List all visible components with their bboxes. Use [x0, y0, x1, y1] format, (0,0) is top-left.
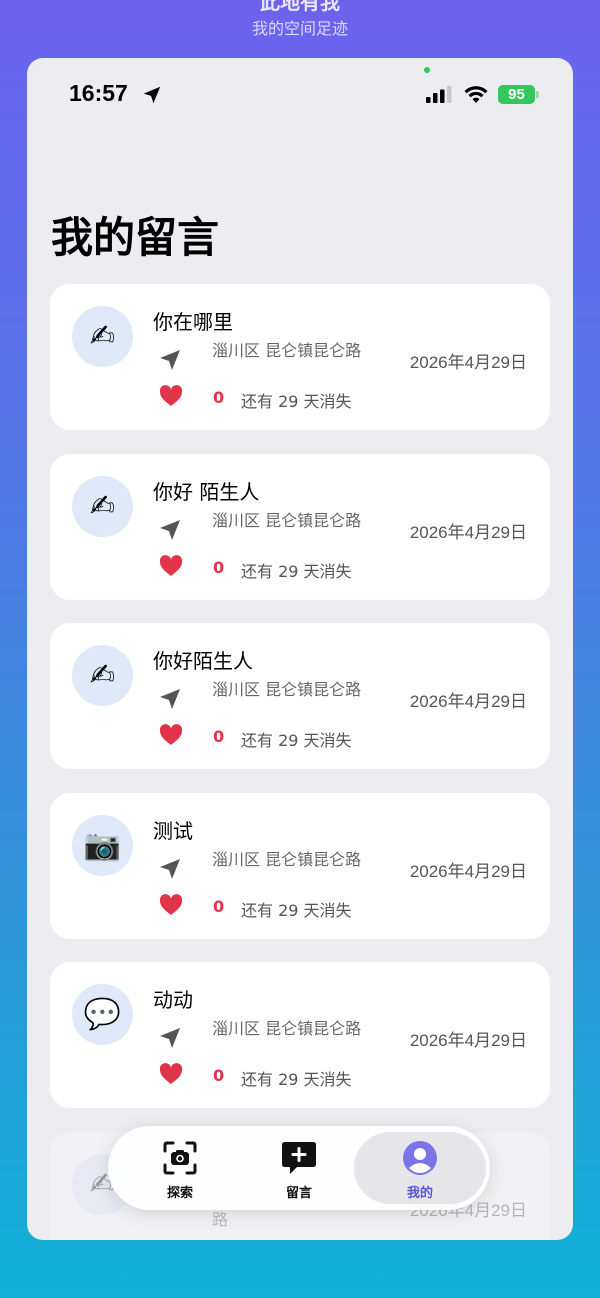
- message-date: 2026年4月29日: [409, 353, 527, 372]
- message-card[interactable]: 📷 测试 淄川区 昆仑镇昆仑路 2026年4月29日 0 还有 29 天消失: [50, 793, 550, 939]
- expire-text: 还有 29 天消失: [241, 562, 352, 581]
- camera-indicator-dot: [424, 67, 430, 73]
- tab-explore-label: 探索: [166, 1186, 193, 1201]
- expire-text: 还有 29 天消失: [241, 392, 352, 411]
- location-arrow-icon: [143, 86, 161, 104]
- heart-icon[interactable]: [159, 555, 183, 577]
- memo-icon: ✍: [72, 306, 133, 367]
- battery-tip: [536, 91, 539, 98]
- message-location: 路: [212, 1210, 229, 1229]
- phone-screen: 16:57 95 我的留言 ✍ 你在哪里 淄川区 昆仑镇昆仑路 2026年4月2…: [27, 58, 573, 1240]
- expire-text: 还有 29 天消失: [241, 901, 352, 920]
- tab-bar: 探索 留言 我的: [108, 1126, 490, 1210]
- navigation-icon: [160, 859, 180, 879]
- add-message-icon: [282, 1142, 316, 1174]
- message-title: 你好陌生人: [153, 649, 253, 673]
- message-title: 测试: [153, 819, 193, 843]
- message-title: 动动: [153, 988, 193, 1012]
- person-circle-icon: [403, 1141, 437, 1175]
- message-card[interactable]: ✍ 你好 陌生人 淄川区 昆仑镇昆仑路 2026年4月29日 0 还有 29 天…: [50, 454, 550, 600]
- like-count: 0: [213, 1066, 225, 1085]
- message-location: 淄川区 昆仑镇昆仑路: [212, 341, 362, 360]
- message-title: 你在哪里: [153, 310, 233, 334]
- camera-flash-icon: 📷: [72, 815, 133, 876]
- expire-text: 还有 29 天消失: [241, 731, 352, 750]
- navigation-icon: [160, 350, 180, 370]
- wifi-icon: [464, 86, 488, 103]
- app-header-subtitle: 我的空间足迹: [251, 19, 348, 38]
- heart-icon[interactable]: [159, 385, 183, 407]
- heart-icon[interactable]: [159, 724, 183, 746]
- message-date: 2026年4月29日: [409, 1031, 527, 1050]
- message-location: 淄川区 昆仑镇昆仑路: [212, 680, 362, 699]
- message-location: 淄川区 昆仑镇昆仑路: [212, 850, 362, 869]
- tab-explore[interactable]: 探索: [120, 1126, 240, 1210]
- message-location: 淄川区 昆仑镇昆仑路: [212, 1019, 362, 1038]
- like-count: 0: [213, 727, 225, 746]
- tab-mine-label: 我的: [406, 1186, 433, 1201]
- message-date: 2026年4月29日: [409, 692, 527, 711]
- page-title: 我的留言: [51, 213, 220, 262]
- like-count: 0: [213, 388, 225, 407]
- navigation-icon: [160, 1028, 180, 1048]
- cellular-signal-icon: [426, 86, 452, 103]
- heart-icon[interactable]: [159, 894, 183, 916]
- tab-mine[interactable]: 我的: [354, 1126, 486, 1210]
- message-date: 2026年4月29日: [409, 523, 527, 542]
- message-date: 2026年4月29日: [409, 862, 527, 881]
- camera-scan-icon: [163, 1141, 197, 1175]
- battery-indicator: 95: [498, 85, 535, 104]
- speech-bubble-icon: 💬: [72, 984, 133, 1045]
- navigation-icon: [160, 689, 180, 709]
- status-time: 16:57: [69, 80, 128, 106]
- navigation-icon: [160, 520, 180, 540]
- like-count: 0: [213, 558, 225, 577]
- message-card[interactable]: ✍ 你在哪里 淄川区 昆仑镇昆仑路 2026年4月29日 0 还有 29 天消失: [50, 284, 550, 430]
- memo-icon: ✍: [72, 645, 133, 706]
- tab-post-label: 留言: [285, 1186, 312, 1201]
- expire-text: 还有 29 天消失: [241, 1070, 352, 1089]
- memo-icon: ✍: [72, 476, 133, 537]
- tab-post[interactable]: 留言: [239, 1126, 359, 1210]
- message-title: 你好 陌生人: [153, 480, 260, 504]
- like-count: 0: [213, 897, 225, 916]
- heart-icon[interactable]: [159, 1063, 183, 1085]
- message-location: 淄川区 昆仑镇昆仑路: [212, 511, 362, 530]
- message-card[interactable]: ✍ 你好陌生人 淄川区 昆仑镇昆仑路 2026年4月29日 0 还有 29 天消…: [50, 623, 550, 769]
- app-header-title: 此地有我: [260, 0, 340, 14]
- message-card[interactable]: 💬 动动 淄川区 昆仑镇昆仑路 2026年4月29日 0 还有 29 天消失: [50, 962, 550, 1108]
- status-bar: 16:57 95: [27, 58, 573, 128]
